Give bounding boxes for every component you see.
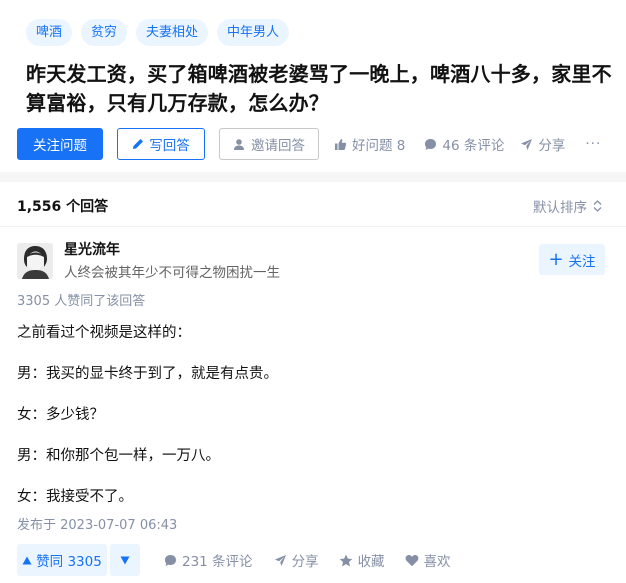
invite-answer-label: 邀请回答: [251, 138, 305, 154]
answer-comments-label: 231 条评论: [182, 554, 253, 570]
question-share-button[interactable]: 分享: [520, 134, 565, 154]
invite-answer-button[interactable]: 邀请回答: [219, 128, 319, 160]
comment-icon: [165, 554, 176, 566]
follow-author-label: 关注: [568, 253, 596, 270]
answer-paragraph: 女：我接受不了。: [17, 489, 133, 505]
triangle-up-icon: [22, 556, 32, 564]
pencil-icon: [133, 139, 144, 149]
star-icon: [339, 554, 352, 566]
question-comments-button[interactable]: 46 条评论: [424, 134, 504, 154]
write-answer-button[interactable]: 写回答: [117, 128, 205, 160]
question-title[interactable]: 昨天发工资，买了箱啤酒被老婆骂了一晚上，啤酒八十多，家里不算富裕，只有几万存款，…: [26, 60, 626, 118]
upvote-summary: 3305 人赞同了该回答: [17, 294, 146, 309]
topic-tag[interactable]: 贫穷: [81, 19, 128, 46]
answer-content: 之前看过个视频是这样的： 男：我买的显卡终于到了，就是有点贵。 女：多少钱？ 男…: [17, 323, 607, 528]
author-avatar[interactable]: [17, 243, 53, 279]
write-answer-label: 写回答: [149, 138, 190, 154]
downvote-button[interactable]: [110, 544, 140, 576]
favorite-button[interactable]: 收藏: [339, 550, 385, 570]
author-name[interactable]: 星光流年: [64, 239, 120, 259]
question-card: 啤酒 贫穷 夫妻相处 中年男人 昨天发工资，买了箱啤酒被老婆骂了一晚上，啤酒八十…: [0, 0, 626, 172]
heart-icon: [405, 554, 418, 566]
like-button[interactable]: 喜欢: [405, 550, 451, 570]
avatar-image: [17, 243, 53, 279]
answer-list: 1,556 个回答 默认排序 星光流年 人终会被其年少不可得之物困扰一生 + 关…: [0, 182, 626, 583]
sort-toggle-icon: [593, 200, 602, 212]
answer-paragraph: 男：我买的显卡终于到了，就是有点贵。: [17, 366, 278, 382]
answer-share-label: 分享: [291, 554, 319, 570]
topic-tags: 啤酒 贫穷 夫妻相处 中年男人: [26, 19, 290, 46]
upvote-label: 赞同 3305: [36, 554, 102, 570]
publish-time[interactable]: 发布于 2023-07-07 06:43: [17, 514, 177, 533]
good-question-label: 好问题 8: [352, 138, 406, 154]
author-bio: 人终会被其年少不可得之物困扰一生: [64, 265, 280, 281]
good-question-button[interactable]: 好问题 8: [334, 134, 405, 154]
answer-count: 1,556 个回答: [17, 199, 109, 215]
sort-label: 默认排序: [533, 200, 587, 216]
topic-tag[interactable]: 啤酒: [26, 19, 73, 46]
follow-question-button[interactable]: 关注问题: [17, 128, 103, 160]
topic-tag[interactable]: 中年男人: [217, 19, 290, 46]
thumb-up-icon: [335, 138, 347, 150]
topic-tag[interactable]: 夫妻相处: [136, 19, 209, 46]
triangle-down-icon: [120, 556, 130, 564]
answer-paragraph: 男：和你那个包一样，一万八。: [17, 448, 220, 464]
plus-icon: +: [548, 248, 564, 270]
sort-selector[interactable]: 默认排序: [533, 196, 602, 216]
share-icon: [274, 554, 286, 566]
question-actions: 关注问题 写回答 邀请回答 好问题 8 46 条评论 分享 ···: [17, 128, 601, 160]
more-options-button[interactable]: ···: [585, 136, 601, 152]
answer-share-button[interactable]: 分享: [274, 550, 319, 570]
question-share-label: 分享: [538, 138, 566, 154]
share-icon: [521, 138, 533, 150]
favorite-label: 收藏: [357, 554, 385, 570]
like-label: 喜欢: [423, 554, 451, 570]
answer-actions: 赞同 3305 231 条评论 分享 收藏 喜欢: [17, 544, 451, 576]
answer-paragraph: 之前看过个视频是这样的：: [17, 325, 191, 341]
upvote-button[interactable]: 赞同 3305: [17, 544, 107, 576]
user-add-icon: [234, 138, 244, 150]
answer-comments-button[interactable]: 231 条评论: [164, 550, 253, 570]
question-comments-label: 46 条评论: [442, 138, 505, 154]
comment-icon: [425, 138, 437, 150]
divider: [0, 226, 626, 227]
answer-paragraph: 女：多少钱？: [17, 407, 104, 423]
follow-author-button[interactable]: + 关注: [539, 244, 605, 275]
